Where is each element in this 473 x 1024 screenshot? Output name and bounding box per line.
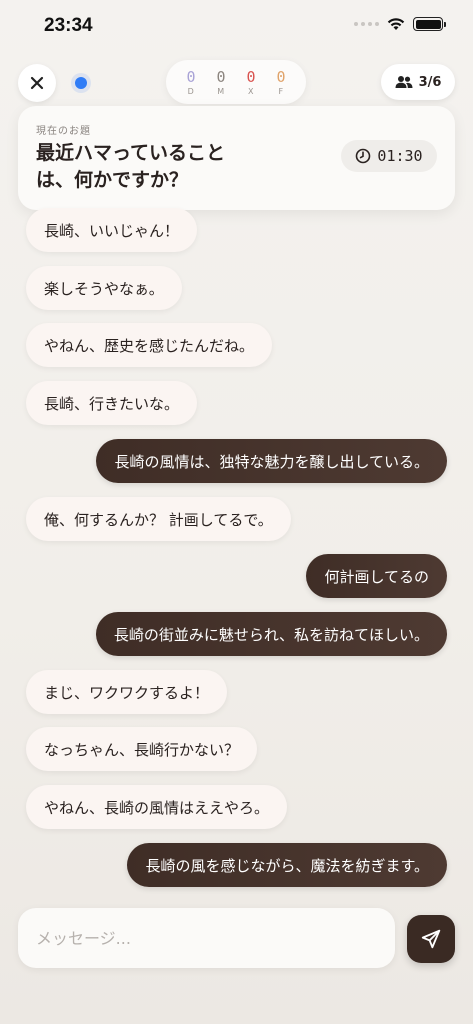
- players-count: 3/6: [418, 74, 442, 90]
- message-composer: [18, 908, 455, 968]
- score-m: 0M: [208, 69, 234, 96]
- score-value: 0: [216, 67, 226, 86]
- clock-icon: [356, 148, 371, 164]
- users-icon: [395, 76, 413, 88]
- close-button[interactable]: [18, 64, 56, 102]
- score-label: X: [248, 86, 254, 96]
- score-label: M: [217, 86, 225, 96]
- topic-text: 最近ハマっていることは、何かですか？: [36, 142, 226, 191]
- message-bubble-received: 長崎、いいじゃん！: [26, 208, 198, 252]
- status-time: 23:34: [44, 15, 93, 36]
- message-bubble-sent: 長崎の風情は、独特な魅力を醸し出している。: [96, 439, 447, 483]
- score-label: D: [187, 86, 195, 96]
- score-value: 0: [186, 67, 196, 86]
- topic-label: 現在のお題: [36, 126, 91, 137]
- score-x: 0X: [238, 69, 264, 96]
- score-d: 0D: [178, 69, 204, 96]
- message-bubble-received: 長崎、行きたいな。: [26, 381, 198, 425]
- message-bubble-received: やねん、長崎の風情はええやろ。: [26, 785, 288, 829]
- message-bubble-sent: 何計画してるの: [306, 554, 447, 598]
- message-bubble-received: なっちゃん、長崎行かない？: [26, 727, 258, 771]
- players-count-button[interactable]: 3/6: [381, 64, 455, 100]
- send-button[interactable]: [407, 915, 455, 963]
- cellular-signal-icon: [354, 22, 379, 26]
- score-value: 0: [276, 67, 286, 86]
- score-board: 0D0M0X0F: [166, 60, 306, 104]
- score-f: 0F: [268, 69, 294, 96]
- top-bar: 0D0M0X0F 3/6: [0, 60, 473, 106]
- message-bubble-received: 俺、何するんか？ 計画してるで。: [26, 497, 291, 541]
- score-value: 0: [246, 67, 256, 86]
- message-bubble-received: 楽しそうやなぁ。: [26, 266, 182, 310]
- message-bubble-sent: 長崎の街並みに魅せられ、私を訪ねてほしい。: [95, 612, 447, 656]
- status-icons: [354, 17, 446, 31]
- status-bar: 23:34: [0, 0, 473, 56]
- battery-icon: [413, 17, 446, 31]
- message-bubble-received: やねん、歴史を感じたんだね。: [26, 323, 273, 367]
- message-bubble-sent: 長崎の風を感じながら、魔法を紡ぎます。: [127, 843, 447, 887]
- close-icon: [30, 76, 44, 90]
- topic-card: 現在のお題 最近ハマっていることは、何かですか？ 01:30: [18, 106, 455, 210]
- timer-value: 01:30: [377, 147, 423, 165]
- connection-status-dot: [75, 77, 87, 89]
- message-bubble-received: まじ、ワクワクするよ！: [26, 670, 228, 714]
- message-input[interactable]: [18, 908, 395, 968]
- wifi-icon: [387, 18, 405, 30]
- send-icon: [421, 929, 441, 949]
- score-label: F: [278, 86, 284, 96]
- countdown-timer: 01:30: [341, 140, 437, 172]
